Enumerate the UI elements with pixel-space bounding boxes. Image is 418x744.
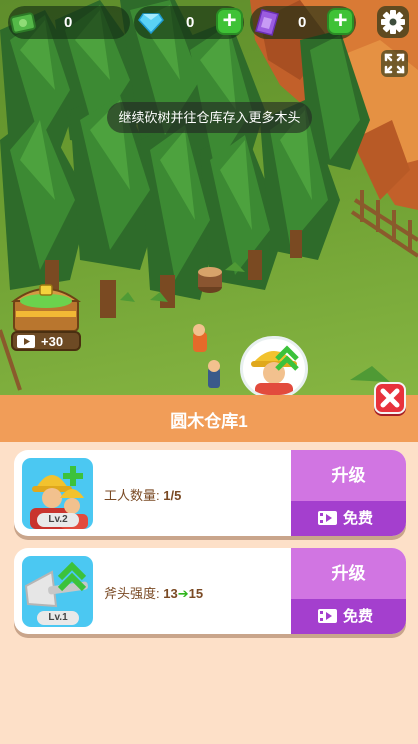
free-upgrade-button[interactable]: 免费 [291, 501, 406, 536]
cash-counter: 0 [8, 6, 130, 39]
panel-title: 圆木仓库1 [170, 412, 248, 431]
diamond-icon [138, 12, 164, 39]
arrow-right-icon: ➔ [177, 586, 189, 601]
stat-from: 13 [163, 586, 178, 601]
free-label: 免费 [343, 608, 374, 625]
close-icon [380, 388, 400, 408]
fullscreen-button[interactable] [381, 50, 408, 77]
ticket-value: 0 [298, 14, 307, 31]
gear-icon [381, 10, 405, 34]
free-label: 免费 [343, 510, 374, 527]
worker-bubble[interactable] [240, 336, 308, 398]
card-level: Lv.2 [37, 513, 79, 527]
treasure-chest-icon [10, 284, 82, 332]
card-stat: 斧头强度: 13➔15 [104, 583, 203, 602]
close-button[interactable] [374, 382, 406, 414]
cash-icon [10, 11, 36, 40]
stat-label: 斧头强度: [104, 586, 164, 601]
add-ticket-button[interactable]: + [327, 8, 354, 35]
upgrade-button[interactable]: 升级 [291, 450, 406, 501]
stat-value: 1/5 [163, 488, 182, 503]
video-ad-icon [318, 609, 337, 623]
diamond-value: 0 [186, 14, 195, 31]
settings-button[interactable] [377, 6, 409, 38]
chest-reward-value: +30 [41, 334, 64, 349]
stat-to: 15 [188, 586, 204, 601]
hint-banner: 继续砍树并往仓库存入更多木头 [107, 102, 312, 133]
worker-icon [251, 345, 299, 395]
stat-label: 工人数量: [104, 488, 164, 503]
panel-header: 圆木仓库1 [0, 395, 418, 442]
free-upgrade-button[interactable]: 免费 [291, 599, 406, 634]
add-diamond-button[interactable]: + [216, 8, 243, 35]
worker-icon: Lv.2 [22, 458, 93, 529]
video-ad-icon [17, 335, 35, 348]
card-level: Lv.1 [37, 611, 79, 625]
ticket-icon [254, 9, 280, 41]
upgrade-card-axe: Lv.1 斧头强度: 13➔15 升级 免费 [14, 548, 406, 634]
video-ad-icon [318, 511, 337, 525]
cash-value: 0 [64, 14, 73, 31]
chest-ad-badge[interactable]: +30 [11, 331, 81, 351]
expand-icon [384, 53, 405, 74]
upgrade-button[interactable]: 升级 [291, 548, 406, 599]
upgrade-card-workers: Lv.2 工人数量: 1/5 升级 免费 [14, 450, 406, 536]
axe-icon: Lv.1 [22, 556, 93, 627]
upgrade-panel: 圆木仓库1 Lv.2 工人数量: 1/5 升级 免费 Lv.1 斧头强度: 13… [0, 395, 418, 744]
card-stat: 工人数量: 1/5 [104, 485, 181, 504]
